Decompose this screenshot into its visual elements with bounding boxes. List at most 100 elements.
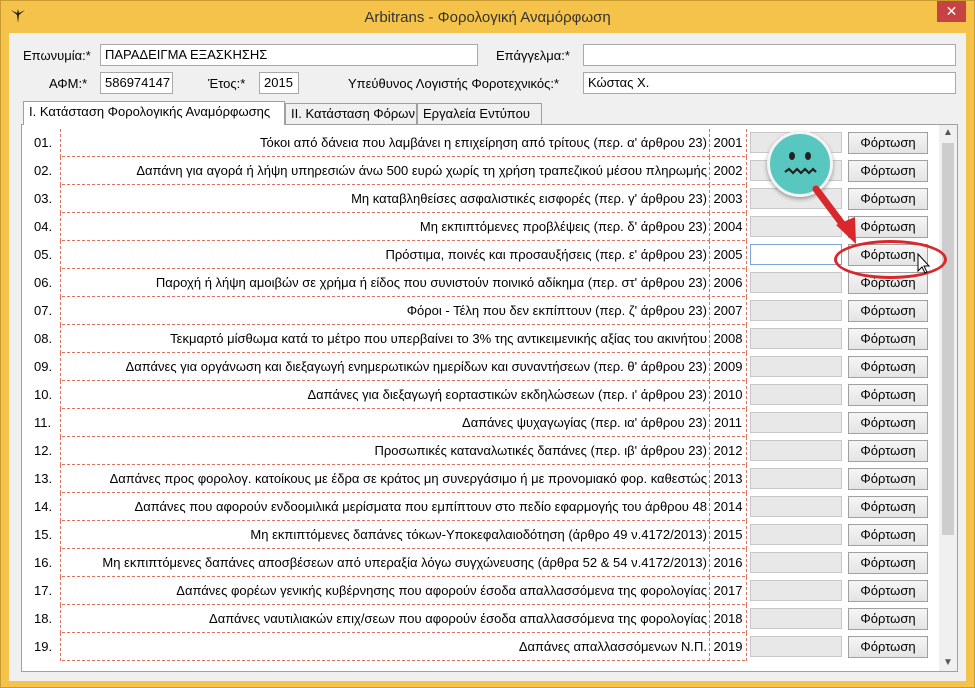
row-divider — [709, 185, 710, 213]
row-divider — [709, 437, 710, 465]
amount-field[interactable] — [750, 328, 842, 349]
year-field[interactable]: 2015 — [259, 72, 299, 94]
row-divider — [746, 493, 747, 521]
scroll-down-icon[interactable]: ▼ — [939, 655, 957, 671]
load-button[interactable]: Φόρτωση — [848, 300, 928, 322]
amount-field[interactable] — [750, 412, 842, 433]
row-divider — [746, 129, 747, 157]
close-button[interactable]: ✕ — [937, 1, 966, 22]
row-code: 2002 — [713, 163, 743, 178]
window-title: Arbitrans - Φορολογική Αναμόρφωση — [364, 9, 611, 26]
profession-field[interactable] — [583, 44, 956, 66]
amount-field[interactable] — [750, 608, 842, 629]
row-divider — [60, 633, 61, 661]
row-divider — [746, 521, 747, 549]
row-divider — [709, 241, 710, 269]
row-divider — [709, 605, 710, 633]
row-code: 2008 — [713, 331, 743, 346]
row-divider — [60, 129, 61, 157]
amount-field[interactable] — [750, 440, 842, 461]
row-number: 18. — [34, 611, 53, 626]
row-divider — [709, 297, 710, 325]
amount-field[interactable] — [750, 524, 842, 545]
row-description: Δαπάνες για οργάνωση και διεξαγωγή ενημε… — [125, 359, 707, 374]
table-row: 08. Τεκμαρτό μίσθωμα κατά το μέτρο που υπ… — [22, 325, 937, 353]
row-divider — [709, 157, 710, 185]
load-button[interactable]: Φόρτωση — [848, 384, 928, 406]
load-button[interactable]: Φόρτωση — [848, 496, 928, 518]
amount-field[interactable] — [750, 356, 842, 377]
amount-field[interactable] — [750, 384, 842, 405]
tab-form-tools[interactable]: Εργαλεία Εντύπου — [417, 103, 542, 124]
row-divider — [746, 157, 747, 185]
table-row: 16. Μη εκπιπτόμενες δαπάνες αποσβέσεων απ… — [22, 549, 937, 577]
row-code: 2007 — [713, 303, 743, 318]
profession-label: Επάγγελμα:* — [496, 48, 570, 63]
row-divider — [60, 493, 61, 521]
load-button[interactable]: Φόρτωση — [848, 160, 928, 182]
afm-field[interactable]: 586974147 — [100, 72, 173, 94]
row-description: Παροχή ή λήψη αμοιβών σε χρήμα ή είδος π… — [155, 275, 707, 290]
load-button[interactable]: Φόρτωση — [848, 552, 928, 574]
vertical-scrollbar[interactable]: ▲ ▼ — [939, 125, 957, 671]
load-button[interactable]: Φόρτωση — [848, 328, 928, 350]
amount-field[interactable] — [750, 636, 842, 657]
row-description: Δαπάνες που αφορούν ενδοομιλικά μερίσματ… — [134, 499, 707, 514]
row-number: 14. — [34, 499, 53, 514]
tab-tax-statement[interactable]: II. Κατάσταση Φόρων — [285, 103, 417, 124]
table-row: 10. Δαπάνες για διεξαγωγή εορταστικών εκδ… — [22, 381, 937, 409]
load-button[interactable]: Φόρτωση — [848, 468, 928, 490]
amount-field[interactable] — [750, 580, 842, 601]
row-divider — [746, 605, 747, 633]
row-code: 2004 — [713, 219, 743, 234]
afm-label: ΑΦΜ:* — [49, 76, 88, 91]
row-separator — [62, 660, 745, 661]
amount-field[interactable] — [750, 552, 842, 573]
row-divider — [709, 633, 710, 661]
table-row: 17. Δαπάνες φορέων γενικής κυβέρνησης που… — [22, 577, 937, 605]
load-button[interactable]: Φόρτωση — [848, 440, 928, 462]
row-divider — [60, 465, 61, 493]
table-row: 15. Μη εκπιπτόμενες δαπάνες τόκων-Υποκεφα… — [22, 521, 937, 549]
form-client-area: Επωνυμία:* ΠΑΡΑΔΕΙΓΜΑ ΕΞΑΣΚΗΣΗΣ Επάγγελμ… — [9, 33, 966, 681]
load-button[interactable]: Φόρτωση — [848, 636, 928, 658]
row-divider — [746, 325, 747, 353]
row-description: Πρόστιμα, ποινές και προσαυξήσεις (περ. … — [385, 247, 707, 262]
amount-field[interactable] — [750, 300, 842, 321]
table-row: 06. Παροχή ή λήψη αμοιβών σε χρήμα ή είδο… — [22, 269, 937, 297]
load-button[interactable]: Φόρτωση — [848, 412, 928, 434]
row-number: 15. — [34, 527, 53, 542]
row-number: 17. — [34, 583, 53, 598]
row-number: 03. — [34, 191, 53, 206]
row-number: 19. — [34, 639, 53, 654]
title-bar[interactable]: Arbitrans - Φορολογική Αναμόρφωση ✕ — [1, 1, 974, 33]
row-divider — [746, 269, 747, 297]
amount-field[interactable] — [750, 272, 842, 293]
row-code: 2009 — [713, 359, 743, 374]
table-row: 13. Δαπάνες προς φορολογ. κατοίκους με έδ… — [22, 465, 937, 493]
row-divider — [746, 577, 747, 605]
load-button[interactable]: Φόρτωση — [848, 608, 928, 630]
load-button[interactable]: Φόρτωση — [848, 524, 928, 546]
scroll-thumb[interactable] — [942, 143, 954, 535]
row-description: Τόκοι από δάνεια που λαμβάνει η επιχείρη… — [259, 135, 707, 150]
row-description: Τεκμαρτό μίσθωμα κατά το μέτρο που υπερβ… — [170, 331, 707, 346]
row-divider — [709, 493, 710, 521]
tab-tax-adjustment[interactable]: I. Κατάσταση Φορολογικής Αναμόρφωσης — [23, 101, 285, 125]
row-divider — [746, 353, 747, 381]
accountant-field[interactable]: Κώστας Χ. — [583, 72, 956, 94]
row-divider — [709, 129, 710, 157]
load-button[interactable]: Φόρτωση — [848, 356, 928, 378]
company-field[interactable]: ΠΑΡΑΔΕΙΓΜΑ ΕΞΑΣΚΗΣΗΣ — [100, 44, 478, 66]
row-divider — [746, 381, 747, 409]
row-divider — [746, 297, 747, 325]
row-number: 05. — [34, 247, 53, 262]
amount-field[interactable] — [750, 496, 842, 517]
row-description: Δαπάνες ψυχαγωγίας (περ. ια' άρθρου 23) — [462, 415, 707, 430]
amount-field[interactable] — [750, 468, 842, 489]
load-button[interactable]: Φόρτωση — [848, 132, 928, 154]
row-description: Μη καταβληθείσες ασφαλιστικές εισφορές (… — [351, 191, 707, 206]
scroll-up-icon[interactable]: ▲ — [939, 125, 957, 141]
load-button[interactable]: Φόρτωση — [848, 580, 928, 602]
red-arrow-icon — [812, 185, 856, 244]
